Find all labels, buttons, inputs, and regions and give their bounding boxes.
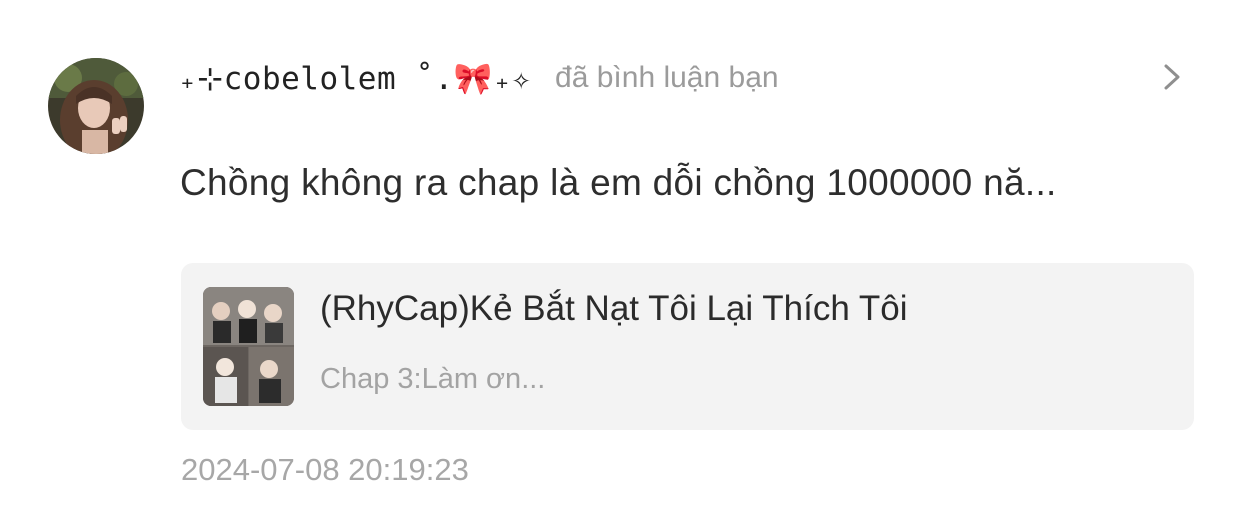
manga-card[interactable]: (RhyCap)Kẻ Bắt Nạt Tôi Lại Thích Tôi Cha…: [181, 263, 1194, 430]
avatar[interactable]: [48, 58, 144, 154]
chevron-right-icon[interactable]: [1158, 60, 1186, 94]
username-link[interactable]: ₊⊹cobelolem ˚.🎀₊✧: [178, 60, 531, 97]
action-text: đã bình luận bạn: [555, 61, 779, 94]
manga-title: (RhyCap)Kẻ Bắt Nạt Tôi Lại Thích Tôi: [320, 289, 908, 328]
comment-preview: Chồng không ra chap là em dỗi chồng 1000…: [180, 162, 1057, 203]
timestamp: 2024-07-08 20:19:23: [181, 452, 469, 487]
chapter-label: Chap 3:Làm ơn...: [320, 363, 546, 395]
comment-notification[interactable]: ₊⊹cobelolem ˚.🎀₊✧ đã bình luận bạn Chồng…: [0, 0, 1242, 532]
notification-header: ₊⊹cobelolem ˚.🎀₊✧ đã bình luận bạn: [178, 50, 779, 106]
manga-cover-image: [203, 287, 294, 406]
